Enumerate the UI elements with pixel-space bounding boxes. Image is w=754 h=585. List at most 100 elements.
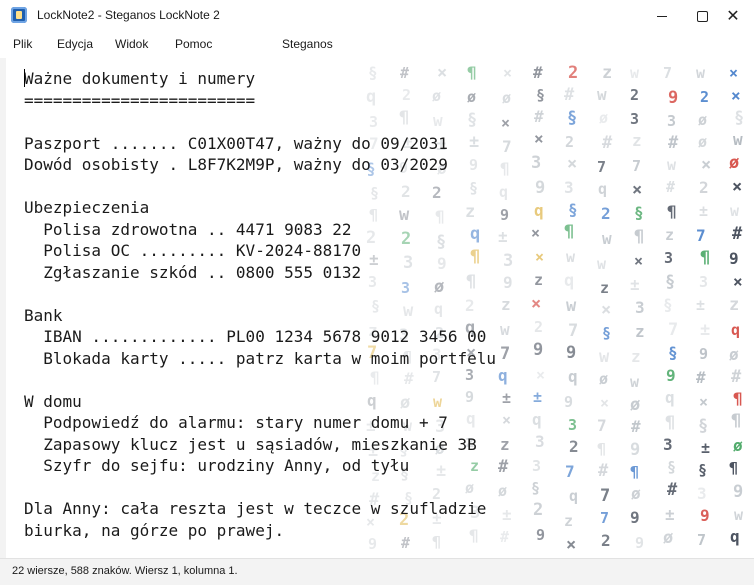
background-glyph: ¶	[733, 389, 743, 408]
background-glyph: ±	[665, 505, 675, 524]
background-glyph: ø	[733, 436, 743, 455]
background-glyph: 2	[569, 437, 579, 456]
background-glyph: §	[667, 458, 676, 476]
background-glyph: ×	[503, 64, 512, 82]
background-glyph: ø	[599, 109, 608, 127]
menu-steganos[interactable]: Steganos	[282, 37, 333, 51]
background-glyph: #	[598, 461, 609, 481]
background-glyph: ×	[531, 294, 541, 314]
background-glyph: ±	[502, 389, 511, 407]
note-line: Zapasowy klucz jest u sąsiadów, mieszkan…	[24, 434, 477, 454]
background-glyph: z	[635, 322, 645, 341]
background-glyph: ×	[600, 394, 609, 412]
background-glyph: 3	[564, 178, 574, 197]
background-glyph: ¶	[665, 413, 675, 433]
background-glyph: z	[631, 347, 641, 366]
background-glyph: 2	[601, 204, 611, 223]
background-glyph: w	[630, 64, 640, 82]
background-glyph: ¶	[731, 411, 741, 431]
close-button[interactable]: ✕	[710, 0, 754, 32]
maximize-icon	[696, 10, 708, 22]
background-glyph: ø	[729, 345, 739, 364]
background-glyph: 3	[635, 298, 645, 317]
background-glyph: 9	[699, 345, 708, 363]
background-glyph: 7	[632, 157, 641, 175]
background-glyph: §	[568, 200, 578, 219]
background-glyph: w	[599, 347, 610, 367]
menu-help[interactable]: Pomoc	[175, 37, 212, 51]
background-glyph: w	[696, 64, 706, 82]
background-glyph: q	[534, 201, 544, 220]
background-glyph: §	[734, 108, 744, 128]
background-glyph: ×	[502, 411, 511, 429]
background-glyph: 7	[597, 158, 606, 176]
background-glyph: 9	[668, 88, 678, 108]
background-glyph: 7	[502, 137, 512, 156]
background-glyph: #	[602, 133, 613, 153]
menu-edit[interactable]: Edycja	[57, 37, 93, 51]
status-text: 22 wiersze, 588 znaków. Wiersz 1, kolumn…	[12, 565, 238, 577]
note-line: Blokada karty ..... patrz karta w moim p…	[24, 348, 497, 368]
background-glyph: ø	[630, 395, 640, 415]
background-glyph: 9	[630, 440, 640, 460]
background-glyph: 3	[663, 435, 673, 454]
background-glyph: ø	[599, 370, 608, 388]
menu-bar: Plik Edycja Widok Pomoc Steganos	[0, 32, 754, 58]
note-line: Dowód osobisty . L8F7K2M9P, ważny do 03/…	[24, 155, 448, 174]
background-glyph: ¶	[564, 222, 574, 242]
background-glyph: §	[698, 416, 708, 436]
background-glyph: 3	[697, 484, 707, 503]
note-line: Paszport ....... C01X00T47, ważny do 09/…	[24, 133, 448, 153]
background-glyph: ×	[634, 252, 643, 270]
background-glyph: 9	[500, 206, 509, 224]
background-glyph: ×	[566, 535, 576, 555]
background-glyph: ×	[536, 366, 545, 384]
background-glyph: ×	[535, 248, 544, 266]
background-glyph: q	[665, 388, 675, 407]
minimize-icon	[657, 15, 667, 17]
close-icon: ✕	[726, 6, 740, 25]
background-glyph: 2	[568, 63, 578, 83]
text-cursor	[24, 69, 25, 87]
note-line: Polisa OC ......... KV-2024-88170	[24, 241, 362, 260]
background-glyph: #	[732, 224, 743, 244]
background-glyph: z	[602, 63, 612, 83]
background-glyph: ¶	[729, 459, 738, 477]
background-glyph: ×	[732, 177, 742, 197]
menu-file[interactable]: Plik	[13, 37, 32, 51]
background-glyph: §	[665, 272, 675, 292]
note-line	[24, 176, 496, 198]
background-glyph: ø	[698, 111, 707, 129]
background-glyph: z	[632, 131, 642, 150]
background-glyph: q	[499, 183, 508, 201]
background-glyph: q	[498, 366, 508, 385]
note-line	[24, 477, 496, 499]
background-glyph: §	[668, 343, 678, 362]
background-glyph: w	[500, 320, 510, 339]
title-bar: LockNote2 - Steganos LockNote 2 ✕	[0, 0, 754, 32]
background-glyph: 7	[565, 462, 575, 481]
background-glyph: 7	[696, 226, 706, 245]
background-glyph: w	[734, 506, 744, 524]
note-line: Polisa zdrowotna .. 4471 9083 22	[24, 219, 352, 239]
note-line: ========================	[24, 90, 256, 110]
background-glyph: q	[731, 321, 740, 339]
note-text[interactable]: Ważne dokumenty i numery ================…	[24, 68, 496, 541]
note-editor[interactable]: § q 3 7 § § ¶ 2 ±3 § z 7 ¶ q ± ± z # × 9 #2 ¶ ±9 2 w 2 3 3 w 3 ¶ # ø w § § §…	[6, 58, 754, 558]
background-glyph: 7	[600, 486, 610, 506]
background-glyph: w	[597, 255, 607, 273]
background-glyph: 3	[535, 432, 545, 451]
background-glyph: ×	[733, 272, 743, 291]
note-line: Zgłaszanie szkód .. 0800 555 0132	[24, 262, 362, 282]
background-glyph: 9	[733, 482, 743, 502]
background-glyph: ø	[698, 133, 707, 151]
background-glyph: q	[568, 367, 578, 386]
background-glyph: ±	[699, 202, 708, 220]
background-glyph: ø	[663, 528, 673, 548]
background-glyph: 7	[500, 344, 510, 364]
background-glyph: ø	[631, 484, 641, 503]
background-glyph: §	[536, 86, 545, 104]
background-glyph: z	[501, 295, 511, 314]
background-glyph: #	[696, 368, 706, 387]
menu-view[interactable]: Widok	[115, 37, 148, 51]
